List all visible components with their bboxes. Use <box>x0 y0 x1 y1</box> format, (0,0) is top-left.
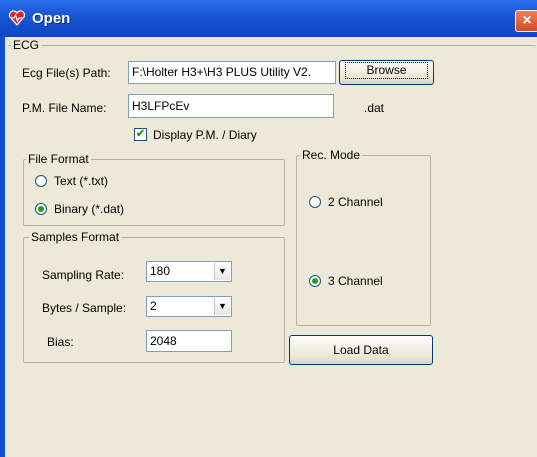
browse-button[interactable]: Browse <box>339 60 434 85</box>
load-data-button[interactable]: Load Data <box>289 335 433 365</box>
three-channel-label: 3 Channel <box>328 274 383 288</box>
ecg-file-path-input[interactable]: F:\Holter H3+\H3 PLUS Utility V2. <box>128 61 336 84</box>
open-dialog: Open × ECG Ecg File(s) Path: F:\Holter H… <box>0 0 537 457</box>
binary-format-label: Binary (*.dat) <box>54 202 125 216</box>
bytes-per-sample-combo[interactable]: 2 ▼ <box>146 296 232 317</box>
window-title: Open <box>32 10 71 27</box>
binary-format-radio[interactable] <box>35 203 47 215</box>
text-format-label: Text (*.txt) <box>54 174 109 188</box>
rec-mode-group-label: Rec. Mode <box>300 148 363 162</box>
pm-file-name-input[interactable]: H3LFPcEv <box>128 94 334 118</box>
ecg-file-path-label: Ecg File(s) Path: <box>22 66 111 80</box>
text-format-radio[interactable] <box>35 175 47 187</box>
sampling-rate-value: 180 <box>150 264 171 278</box>
sampling-rate-label: Sampling Rate: <box>42 268 125 282</box>
samples-format-group-label: Samples Format <box>29 230 122 244</box>
three-channel-radio[interactable] <box>309 275 321 287</box>
bytes-per-sample-value: 2 <box>150 299 157 313</box>
browse-button-label: Browse <box>345 62 428 79</box>
ecg-groupbox <box>8 45 536 139</box>
dialog-client-area: ECG Ecg File(s) Path: F:\Holter H3+\H3 P… <box>5 37 537 457</box>
two-channel-radio[interactable] <box>309 196 321 208</box>
ecg-group-label: ECG <box>11 38 42 52</box>
bias-input[interactable]: 2048 <box>146 330 232 352</box>
display-pm-checkbox[interactable]: ✔ <box>134 128 147 141</box>
bias-label: Bias: <box>47 335 74 349</box>
pm-file-name-label: P.M. File Name: <box>22 101 107 115</box>
file-format-group-label: File Format <box>26 152 91 166</box>
two-channel-label: 2 Channel <box>328 195 383 209</box>
rec-mode-groupbox <box>296 155 431 326</box>
title-bar[interactable]: Open × <box>0 0 537 37</box>
display-pm-label: Display P.M. / Diary <box>153 128 257 142</box>
sampling-rate-combo[interactable]: 180 ▼ <box>146 261 232 282</box>
dropdown-arrow-icon[interactable]: ▼ <box>214 298 230 315</box>
pm-file-extension: .dat <box>364 101 385 115</box>
bytes-per-sample-label: Bytes / Sample: <box>42 301 127 315</box>
close-button[interactable]: × <box>515 10 537 32</box>
dropdown-arrow-icon[interactable]: ▼ <box>214 263 230 280</box>
heart-app-icon <box>8 10 26 26</box>
